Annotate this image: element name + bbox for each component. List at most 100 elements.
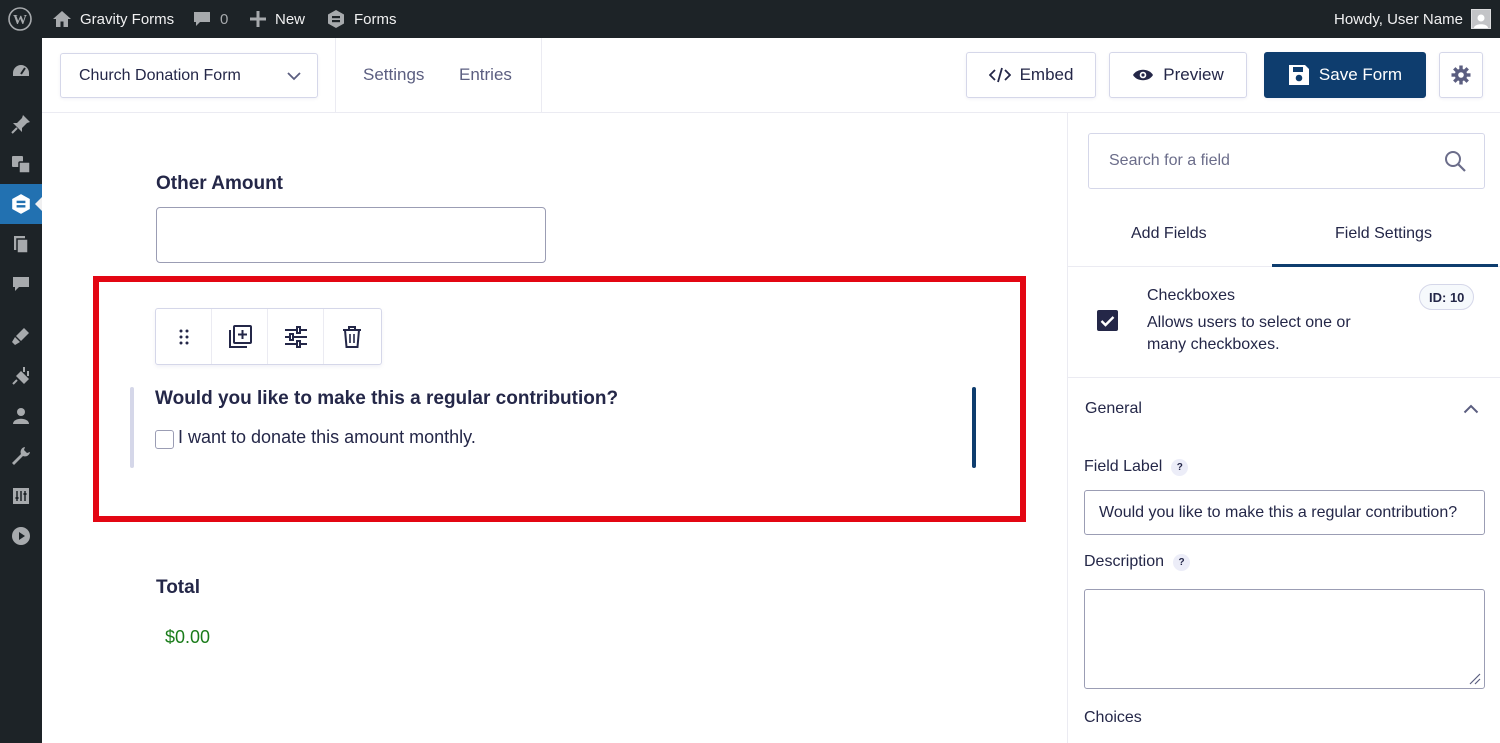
chevron-down-icon bbox=[287, 72, 301, 81]
form-settings-button[interactable] bbox=[1439, 52, 1483, 98]
tools-icon bbox=[12, 447, 30, 465]
sidebar-item-forms[interactable] bbox=[0, 184, 42, 224]
account-menu[interactable]: Howdy, User Name bbox=[1334, 0, 1491, 38]
search-placeholder: Search for a field bbox=[1109, 152, 1230, 169]
chevron-up-icon[interactable] bbox=[1463, 403, 1479, 415]
divider bbox=[335, 38, 336, 113]
active-tab-indicator bbox=[1272, 264, 1498, 267]
tab-add-fields[interactable]: Add Fields bbox=[1131, 225, 1207, 243]
drag-handle-icon bbox=[179, 329, 188, 344]
checkbox-choice-label: I want to donate this amount monthly. bbox=[178, 427, 476, 447]
duplicate-icon bbox=[228, 324, 252, 348]
sliders-icon bbox=[284, 325, 307, 348]
comments-count: 0 bbox=[220, 10, 229, 28]
gravity-forms-icon bbox=[12, 194, 30, 214]
field-selected-indicator bbox=[972, 387, 976, 468]
field-label-title: Field Label ? bbox=[1084, 458, 1189, 476]
sidebar-item-appearance[interactable] bbox=[0, 316, 42, 356]
other-amount-input[interactable] bbox=[156, 207, 546, 263]
media-icon bbox=[12, 156, 31, 174]
greeting: Howdy, User Name bbox=[1334, 10, 1463, 28]
site-name: Gravity Forms bbox=[80, 10, 175, 28]
divider bbox=[1068, 377, 1500, 378]
sidebar-item-comments[interactable] bbox=[0, 264, 42, 304]
users-icon bbox=[13, 408, 29, 424]
play-icon bbox=[12, 527, 30, 545]
tab-field-settings[interactable]: Field Settings bbox=[1335, 225, 1432, 243]
comments-icon bbox=[13, 277, 29, 291]
field-settings-button[interactable] bbox=[268, 309, 324, 364]
plugins-icon bbox=[12, 367, 29, 385]
help-icon[interactable]: ? bbox=[1171, 458, 1189, 476]
gear-icon bbox=[1451, 65, 1471, 85]
field-type-title: Checkboxes bbox=[1147, 287, 1236, 304]
drag-handle-button[interactable] bbox=[156, 309, 212, 364]
field-label-value: Would you like to make this a regular co… bbox=[1099, 503, 1458, 521]
eye-icon bbox=[1133, 69, 1154, 81]
resize-handle-icon[interactable] bbox=[1467, 671, 1481, 685]
trash-icon bbox=[343, 325, 361, 348]
delete-field-button[interactable] bbox=[324, 309, 380, 364]
total-label: Total bbox=[156, 577, 200, 598]
embed-label: Embed bbox=[1019, 65, 1074, 84]
settings-icon bbox=[13, 488, 29, 504]
duplicate-field-button[interactable] bbox=[212, 309, 268, 364]
field-search-input[interactable]: Search for a field bbox=[1088, 133, 1485, 189]
appearance-icon bbox=[12, 328, 29, 345]
save-form-button[interactable]: Save Form bbox=[1264, 52, 1426, 98]
field-panel: Search for a field Add Fields Field Sett… bbox=[1067, 113, 1500, 743]
monthly-checkbox[interactable] bbox=[155, 430, 174, 449]
dashboard-icon bbox=[13, 65, 29, 76]
divider bbox=[541, 38, 542, 113]
search-icon bbox=[1445, 151, 1466, 172]
admin-bar: W Gravity Forms 0 New Forms Howdy, User … bbox=[0, 0, 1500, 38]
gravity-forms-icon bbox=[328, 10, 344, 28]
comments-link[interactable]: 0 bbox=[192, 0, 228, 38]
selected-field-label[interactable]: Would you like to make this a regular co… bbox=[155, 388, 618, 410]
forms-label: Forms bbox=[354, 10, 397, 28]
new-content-link[interactable]: New bbox=[249, 0, 305, 38]
preview-label: Preview bbox=[1163, 65, 1224, 84]
description-title: Description ? bbox=[1084, 553, 1191, 571]
other-amount-label: Other Amount bbox=[156, 173, 284, 194]
pin-icon bbox=[11, 115, 30, 134]
sidebar-item-media-player[interactable] bbox=[0, 516, 42, 556]
description-textarea[interactable] bbox=[1084, 589, 1485, 689]
editor-toolbar: Church Donation Form Settings Entries Em… bbox=[42, 38, 1500, 113]
comment-bubble-icon bbox=[194, 12, 210, 26]
wordpress-logo-icon[interactable]: W bbox=[8, 0, 32, 38]
field-label-input[interactable]: Would you like to make this a regular co… bbox=[1084, 490, 1485, 535]
form-name: Church Donation Form bbox=[79, 66, 241, 84]
sidebar-item-dashboard[interactable] bbox=[0, 52, 42, 92]
choices-title: Choices bbox=[1084, 709, 1142, 726]
avatar bbox=[1470, 9, 1491, 29]
save-label: Save Form bbox=[1318, 65, 1403, 84]
field-selected-indicator bbox=[130, 387, 134, 468]
entries-link[interactable]: Entries bbox=[459, 65, 512, 85]
sidebar-item-media[interactable] bbox=[0, 144, 42, 184]
sidebar-item-plugins[interactable] bbox=[0, 356, 42, 396]
svg-text:W: W bbox=[13, 13, 27, 28]
field-type-description: Allows users to select one or many check… bbox=[1147, 314, 1351, 353]
site-name-link[interactable]: Gravity Forms bbox=[52, 0, 174, 38]
save-icon bbox=[1288, 65, 1309, 85]
preview-button[interactable]: Preview bbox=[1109, 52, 1247, 98]
embed-button[interactable]: Embed bbox=[966, 52, 1096, 98]
total-value: $0.00 bbox=[165, 627, 211, 647]
code-icon bbox=[988, 67, 1011, 83]
general-section-title[interactable]: General bbox=[1085, 400, 1142, 418]
form-canvas: Other Amount Would you like to make this… bbox=[42, 113, 1067, 743]
settings-link[interactable]: Settings bbox=[363, 65, 424, 85]
forms-link[interactable]: Forms bbox=[326, 0, 397, 38]
sidebar-item-users[interactable] bbox=[0, 396, 42, 436]
form-switcher[interactable]: Church Donation Form bbox=[60, 53, 318, 98]
plus-icon bbox=[250, 11, 266, 27]
home-icon bbox=[53, 11, 71, 27]
pages-icon bbox=[14, 236, 29, 254]
sidebar-item-posts[interactable] bbox=[0, 104, 42, 144]
sidebar-item-settings[interactable] bbox=[0, 476, 42, 516]
help-icon[interactable]: ? bbox=[1173, 553, 1191, 571]
sidebar-item-tools[interactable] bbox=[0, 436, 42, 476]
sidebar-item-pages[interactable] bbox=[0, 224, 42, 264]
field-action-toolbar bbox=[155, 308, 382, 365]
